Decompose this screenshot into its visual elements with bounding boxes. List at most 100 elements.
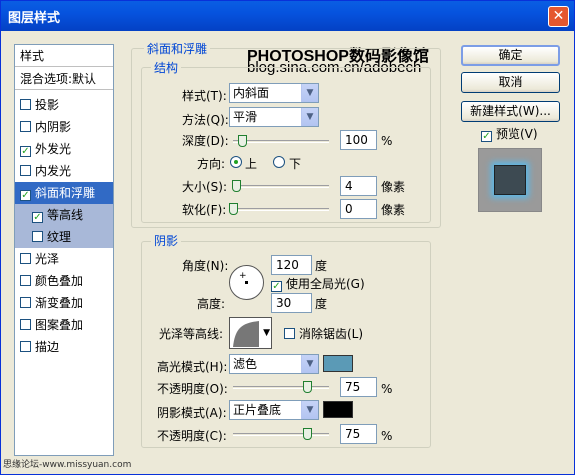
cancel-button[interactable]: 取消 (461, 72, 560, 93)
depth-input[interactable]: 100 (340, 130, 377, 150)
new-style-button[interactable]: 新建样式(W)... (461, 101, 560, 122)
style-list-item[interactable]: ✓ 外发光 (15, 138, 113, 160)
technique-select[interactable]: 平滑 ▼ (229, 107, 319, 127)
soften-label: 软化(F): (182, 203, 227, 217)
checkbox-icon[interactable] (32, 231, 43, 242)
chevron-down-icon: ▼ (301, 401, 318, 419)
checkbox-icon[interactable] (20, 253, 31, 264)
altitude-unit: 度 (315, 297, 328, 311)
checkbox-icon[interactable]: ✓ (32, 212, 43, 223)
bevel-style-select[interactable]: 内斜面 ▼ (229, 83, 319, 103)
style-list-item[interactable]: 内发光 (15, 160, 113, 182)
style-list-label: 颜色叠加 (35, 274, 84, 288)
highlight-opacity-input[interactable]: 75 (340, 377, 377, 397)
checkbox-icon[interactable] (20, 121, 31, 132)
depth-slider-thumb[interactable] (238, 135, 247, 147)
highlight-opacity-unit: % (381, 382, 393, 396)
altitude-input[interactable]: 30 (271, 293, 312, 313)
dial-center-icon (245, 281, 248, 284)
close-button[interactable]: ✕ (548, 6, 569, 27)
shadow-opacity-slider[interactable] (233, 433, 329, 436)
soften-slider[interactable] (233, 208, 329, 211)
shadow-mode-select[interactable]: 正片叠底 ▼ (229, 400, 319, 420)
size-input[interactable]: 4 (340, 176, 377, 196)
style-list-item[interactable]: 纹理 (15, 226, 113, 248)
direction-up-radio[interactable] (230, 156, 242, 168)
blending-options[interactable]: 混合选项:默认 (15, 68, 113, 90)
checkbox-icon[interactable] (20, 297, 31, 308)
crosshair-icon: + (239, 271, 247, 281)
angle-input[interactable]: 120 (271, 255, 312, 275)
direction-label: 方向: (197, 157, 226, 171)
highlight-mode-select[interactable]: 滤色 ▼ (229, 354, 319, 374)
styles-header[interactable]: 样式 (15, 45, 113, 67)
global-light-label: 使用全局光(G) (286, 277, 365, 291)
style-list-item[interactable]: 渐变叠加 (15, 292, 113, 314)
style-preview (478, 148, 542, 212)
style-list-label: 纹理 (47, 230, 72, 244)
soften-input[interactable]: 0 (340, 199, 377, 219)
gloss-contour-label: 光泽等高线: (159, 327, 224, 341)
style-list-label: 等高线 (47, 208, 84, 222)
highlight-mode-label: 高光模式(H): (157, 360, 228, 374)
style-list-label: 光泽 (35, 252, 60, 266)
checkbox-icon[interactable] (20, 99, 31, 110)
soften-slider-thumb[interactable] (229, 203, 238, 215)
highlight-opacity-slider[interactable] (233, 386, 329, 389)
preview-row[interactable]: ✓ 预览(V) (481, 127, 538, 142)
checkbox-icon[interactable]: ✓ (20, 146, 31, 157)
shadow-color-swatch[interactable] (323, 401, 353, 418)
soften-unit: 像素 (381, 203, 406, 217)
highlight-color-swatch[interactable] (323, 355, 353, 372)
size-slider-thumb[interactable] (232, 180, 241, 192)
title-bar[interactable]: 图层样式 ✕ (1, 1, 574, 31)
angle-dial[interactable]: + (229, 265, 264, 300)
preview-checkbox[interactable]: ✓ (481, 131, 492, 142)
anti-alias-checkbox[interactable] (284, 328, 295, 339)
direction-up-label: 上 (245, 157, 258, 171)
size-unit: 像素 (381, 180, 406, 194)
style-list-item[interactable]: ✓ 等高线 (15, 204, 113, 226)
gloss-contour-picker[interactable]: ▼ (229, 317, 272, 349)
depth-unit: % (381, 134, 393, 148)
shadow-opacity-input[interactable]: 75 (340, 424, 377, 444)
checkbox-icon[interactable] (20, 341, 31, 352)
style-list-item[interactable]: 颜色叠加 (15, 270, 113, 292)
global-light-row[interactable]: ✓ 使用全局光(G) (271, 277, 365, 292)
style-list-item[interactable]: ✓ 斜面和浮雕 (15, 182, 113, 204)
style-list-label: 斜面和浮雕 (35, 186, 96, 200)
direction-down-radio[interactable] (273, 156, 285, 168)
style-list-item[interactable]: 图案叠加 (15, 314, 113, 336)
window-title: 图层样式 (8, 11, 61, 26)
style-list-item[interactable]: 光泽 (15, 248, 113, 270)
style-list-label: 投影 (35, 98, 60, 112)
checkbox-icon[interactable]: ✓ (20, 190, 31, 201)
altitude-label: 高度: (197, 297, 226, 311)
style-list-item[interactable]: 投影 (15, 94, 113, 116)
depth-slider[interactable] (233, 140, 329, 143)
chevron-down-icon: ▼ (263, 328, 270, 338)
style-list-item[interactable]: 描边 (15, 336, 113, 358)
highlight-opacity-thumb[interactable] (303, 381, 312, 393)
shadow-opacity-label: 不透明度(C): (157, 429, 227, 443)
style-list-item[interactable]: 内阴影 (15, 116, 113, 138)
style-list-label: 外发光 (35, 142, 72, 156)
technique-label: 方法(Q): (182, 113, 229, 127)
checkbox-icon[interactable] (20, 319, 31, 330)
angle-label: 角度(N): (182, 259, 229, 273)
style-list-label: 渐变叠加 (35, 296, 84, 310)
preview-label: 预览(V) (496, 127, 538, 141)
checkbox-icon[interactable] (20, 165, 31, 176)
preview-swatch-icon (494, 165, 526, 195)
anti-alias-label: 消除锯齿(L) (299, 327, 364, 341)
contour-curve-icon (233, 321, 259, 347)
anti-alias-row[interactable]: 消除锯齿(L) (284, 327, 363, 341)
global-light-checkbox[interactable]: ✓ (271, 281, 282, 292)
direction-down-label: 下 (289, 157, 302, 171)
shadow-opacity-thumb[interactable] (303, 428, 312, 440)
checkbox-icon[interactable] (20, 275, 31, 286)
ok-button[interactable]: 确定 (461, 45, 560, 66)
style-list-label: 描边 (35, 340, 60, 354)
shading-title: 阴影 (151, 234, 182, 248)
size-slider[interactable] (233, 185, 329, 188)
